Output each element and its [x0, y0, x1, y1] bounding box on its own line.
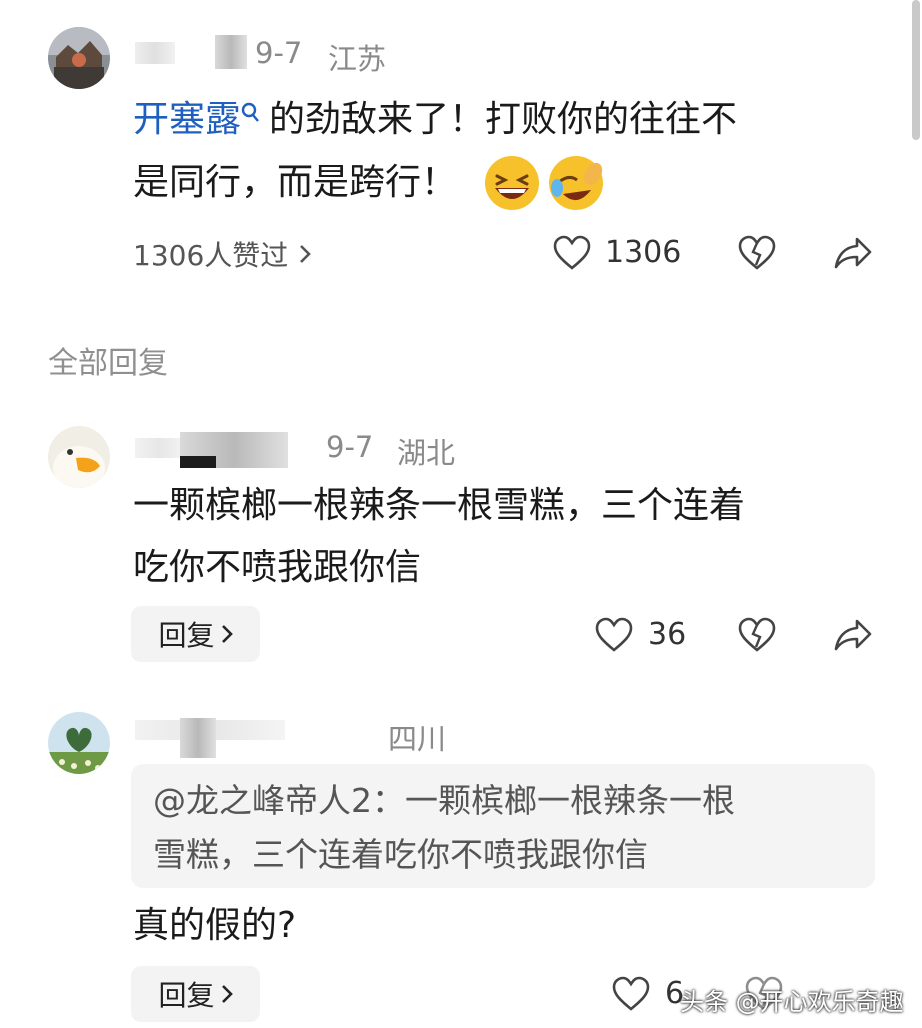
- like-count: 1306: [605, 235, 682, 270]
- reply-text-line2: 吃你不喷我跟你信: [133, 547, 422, 588]
- username-blurred: [180, 456, 216, 468]
- comment-date: 9-7: [255, 36, 303, 70]
- avatar[interactable]: [48, 27, 110, 89]
- avatar[interactable]: [48, 712, 110, 774]
- quote-line1: @龙之峰帝人2：一颗槟榔一根辣条一根: [153, 781, 735, 820]
- dislike-button[interactable]: [738, 617, 776, 653]
- search-icon: [241, 102, 261, 124]
- reply-button[interactable]: 回复: [131, 966, 260, 1022]
- username-blurred: [180, 718, 216, 758]
- share-button[interactable]: [833, 235, 873, 271]
- comment-text-line2: 是同行，而是跨行！: [133, 151, 605, 214]
- username-blurred: [135, 438, 185, 458]
- chevron-right-icon: [298, 243, 312, 265]
- watermark: 头条 @开心欢乐奇趣: [680, 988, 904, 1016]
- like-button[interactable]: [553, 235, 591, 271]
- mention-link[interactable]: 开塞露: [133, 99, 241, 140]
- dislike-button[interactable]: [738, 235, 776, 271]
- quoted-reply[interactable]: @龙之峰帝人2：一颗槟榔一根辣条一根 雪糕，三个连着吃你不喷我跟你信: [131, 764, 875, 888]
- comment-text-line1: 开塞露 的劲敌来了！打败你的往往不: [133, 99, 738, 140]
- chevron-right-icon: [221, 624, 233, 644]
- like-button[interactable]: [612, 976, 650, 1012]
- share-button[interactable]: [833, 617, 873, 653]
- like-count: 36: [648, 617, 687, 652]
- quote-line2: 雪糕，三个连着吃你不喷我跟你信: [153, 835, 648, 874]
- avatar[interactable]: [48, 426, 110, 488]
- chevron-right-icon: [221, 984, 233, 1004]
- rolling-on-floor-laughing-icon: [547, 154, 605, 212]
- likers-link[interactable]: 1306人赞过: [133, 234, 312, 274]
- scrollbar[interactable]: [912, 0, 920, 140]
- reply-button[interactable]: 回复: [131, 606, 260, 662]
- reply-region: 四川: [388, 722, 447, 756]
- reply-text-line1: 一颗槟榔一根辣条一根雪糕，三个连着: [133, 485, 746, 526]
- reply-date: 9-7: [326, 430, 374, 464]
- section-title: 全部回复: [48, 346, 168, 381]
- comment-region: 江苏: [328, 42, 387, 76]
- like-button[interactable]: [595, 617, 633, 653]
- grinning-squinting-face-icon: [483, 154, 541, 212]
- reply-text: 真的假的?: [133, 905, 297, 946]
- reply-region: 湖北: [397, 436, 456, 470]
- username-blurred: [135, 42, 175, 64]
- username-blurred: [215, 35, 247, 69]
